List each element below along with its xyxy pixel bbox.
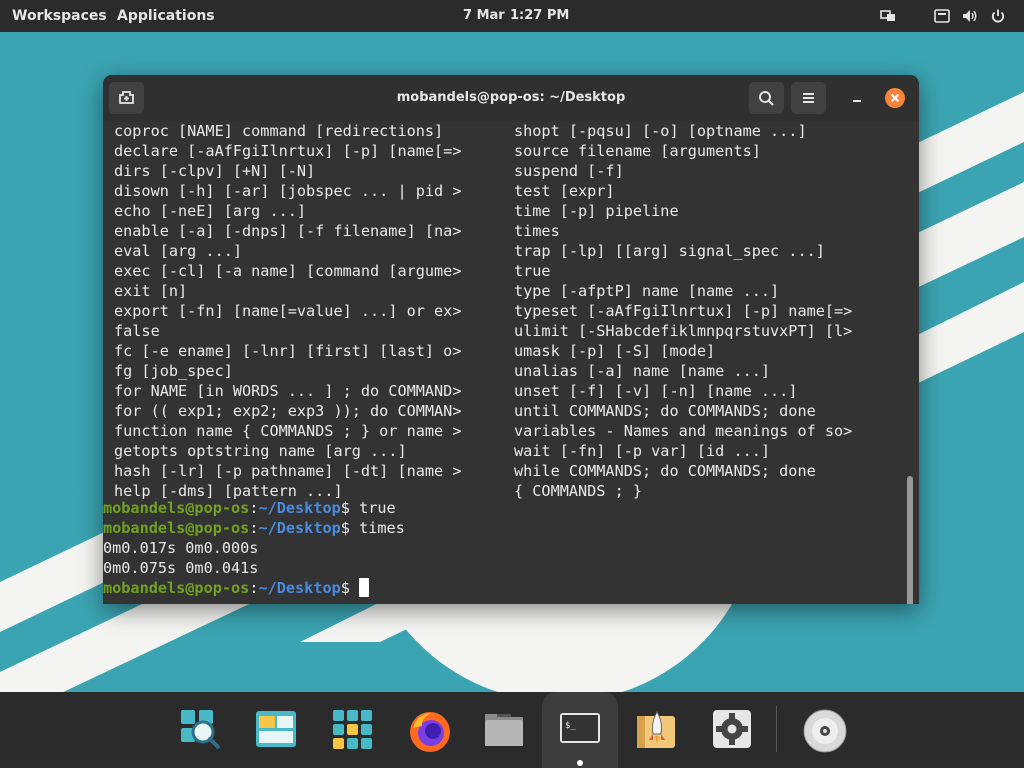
terminal-icon: $_	[560, 713, 600, 743]
search-icon	[759, 91, 774, 106]
help-line: type [-afptP] name [name ...]	[514, 282, 780, 300]
power-icon[interactable]	[990, 8, 1006, 24]
prompt-user: mobandels@pop-os	[103, 519, 250, 537]
prompt-symbol: $	[340, 519, 360, 537]
menu-button[interactable]	[791, 82, 826, 114]
help-line: exec [-cl] [-a name] [command [argume>	[114, 262, 462, 280]
prompt-symbol: $	[340, 499, 360, 517]
help-line: for NAME [in WORDS ... ] ; do COMMAND>	[114, 382, 462, 400]
help-line: false	[114, 322, 160, 340]
app-library-icon	[333, 710, 372, 749]
dock-item-workspaces[interactable]	[238, 692, 314, 768]
svg-text:$_: $_	[565, 721, 576, 731]
help-line: wait [-fn] [-p var] [id ...]	[514, 442, 771, 460]
dock-separator	[776, 706, 777, 752]
display-icon[interactable]	[880, 8, 896, 24]
help-line: function name { COMMANDS ; } or name >	[114, 422, 462, 440]
keyboard-icon[interactable]	[934, 8, 950, 24]
dock-item-launcher[interactable]	[162, 692, 238, 768]
firefox-icon	[410, 712, 450, 752]
minimize-icon	[853, 100, 861, 102]
help-line: variables - Names and meanings of so>	[514, 422, 853, 440]
help-line: suspend [-f]	[514, 162, 624, 180]
applications-button[interactable]: Applications	[117, 0, 215, 32]
workspaces-button[interactable]: Workspaces	[12, 0, 107, 32]
help-line: fg [job_spec]	[114, 362, 233, 380]
output-line: 0m0.075s 0m0.041s	[103, 559, 259, 577]
prompt-line: mobandels@pop-os:~/Desktop$ true	[103, 498, 396, 518]
prompt-path: ~/Desktop	[258, 579, 341, 597]
help-line: enable [-a] [-dnps] [-f filename] [na>	[114, 222, 462, 240]
dock-item-app-library[interactable]	[314, 692, 390, 768]
clock-time: 1:27 PM	[510, 8, 570, 23]
prompt-symbol: $	[340, 579, 360, 597]
prompt-line-active: mobandels@pop-os:~/Desktop$	[103, 578, 370, 598]
help-line: dirs [-clpv] [+N] [-N]	[114, 162, 316, 180]
prompt-user: mobandels@pop-os	[103, 499, 250, 517]
help-line: declare [-aAfFgiIlnrtux] [-p] [name[=>	[114, 142, 462, 160]
workspaces-icon	[256, 711, 296, 747]
running-indicator	[577, 760, 583, 766]
help-line: shopt [-pqsu] [-o] [optname ...]	[514, 122, 807, 140]
text-cursor	[359, 578, 370, 597]
help-line: coproc [NAME] command [redirections]	[114, 122, 444, 140]
help-line: exit [n]	[114, 282, 188, 300]
volume-icon[interactable]	[962, 8, 978, 24]
help-line: fc [-e ename] [-lnr] [first] [last] o>	[114, 342, 462, 360]
prompt-path: ~/Desktop	[258, 499, 341, 517]
help-line: unset [-f] [-v] [-n] [name ...]	[514, 382, 798, 400]
window-titlebar[interactable]: mobandels@pop-os: ~/Desktop	[103, 75, 919, 121]
help-line: test [expr]	[514, 182, 615, 200]
close-button[interactable]	[885, 88, 905, 108]
help-line: hash [-lr] [-p pathname] [-dt] [name >	[114, 462, 462, 480]
search-button[interactable]	[749, 82, 784, 114]
dock-item-pop-shop[interactable]	[618, 692, 694, 768]
dock: $_	[0, 692, 1024, 768]
help-line: for (( exp1; exp2; exp3 )); do COMMAN>	[114, 402, 462, 420]
clock[interactable]: 7 Mar 1:27 PM	[463, 0, 573, 32]
close-icon	[890, 93, 900, 103]
help-line: times	[514, 222, 560, 240]
help-line: trap [-lp] [[arg] signal_spec ...]	[514, 242, 825, 260]
terminal-output[interactable]: coproc [NAME] command [redirections] decl…	[103, 121, 919, 604]
dock-item-files[interactable]	[466, 692, 542, 768]
dock-item-settings[interactable]	[694, 692, 770, 768]
prompt-line: mobandels@pop-os:~/Desktop$ times	[103, 518, 405, 538]
help-line: while COMMANDS; do COMMANDS; done	[514, 462, 816, 480]
prompt-user: mobandels@pop-os	[103, 579, 250, 597]
help-line: export [-fn] [name[=value] ...] or ex>	[114, 302, 462, 320]
dock-item-terminal[interactable]: $_	[542, 692, 618, 768]
disc-drive-icon	[803, 709, 847, 753]
help-line: source filename [arguments]	[514, 142, 761, 160]
help-line: typeset [-aAfFgiIlnrtux] [-p] name[=>	[514, 302, 853, 320]
top-panel: Workspaces Applications 7 Mar 1:27 PM	[0, 0, 1024, 32]
help-line: eval [arg ...]	[114, 242, 243, 260]
launcher-icon	[181, 710, 220, 749]
help-line: unalias [-a] name [name ...]	[514, 362, 771, 380]
help-line: { COMMANDS ; }	[514, 482, 643, 500]
prompt-path: ~/Desktop	[258, 519, 341, 537]
help-line: getopts optstring name [arg ...]	[114, 442, 407, 460]
help-line: until COMMANDS; do COMMANDS; done	[514, 402, 816, 420]
dock-item-firefox[interactable]	[390, 692, 466, 768]
settings-icon	[713, 710, 751, 748]
dock-item-disc-drive[interactable]	[785, 692, 861, 768]
minimize-button[interactable]	[847, 88, 867, 108]
help-line: umask [-p] [-S] [mode]	[514, 342, 716, 360]
help-line: true	[514, 262, 551, 280]
output-line: 0m0.017s 0m0.000s	[103, 539, 259, 557]
files-icon	[485, 714, 523, 746]
command-text: true	[359, 499, 396, 517]
scrollbar[interactable]	[907, 476, 913, 604]
help-line: echo [-neE] [arg ...]	[114, 202, 307, 220]
menu-icon	[803, 93, 814, 103]
command-text: times	[359, 519, 405, 537]
help-line: ulimit [-SHabcdefiklmnpqrstuvxPT] [l>	[514, 322, 853, 340]
terminal-window: mobandels@pop-os: ~/Desktop coproc [NAME…	[103, 75, 919, 604]
help-line: time [-p] pipeline	[514, 202, 679, 220]
help-line: disown [-h] [-ar] [jobspec ... | pid >	[114, 182, 462, 200]
clock-date: 7 Mar	[463, 8, 505, 23]
pop-shop-icon	[637, 711, 675, 748]
